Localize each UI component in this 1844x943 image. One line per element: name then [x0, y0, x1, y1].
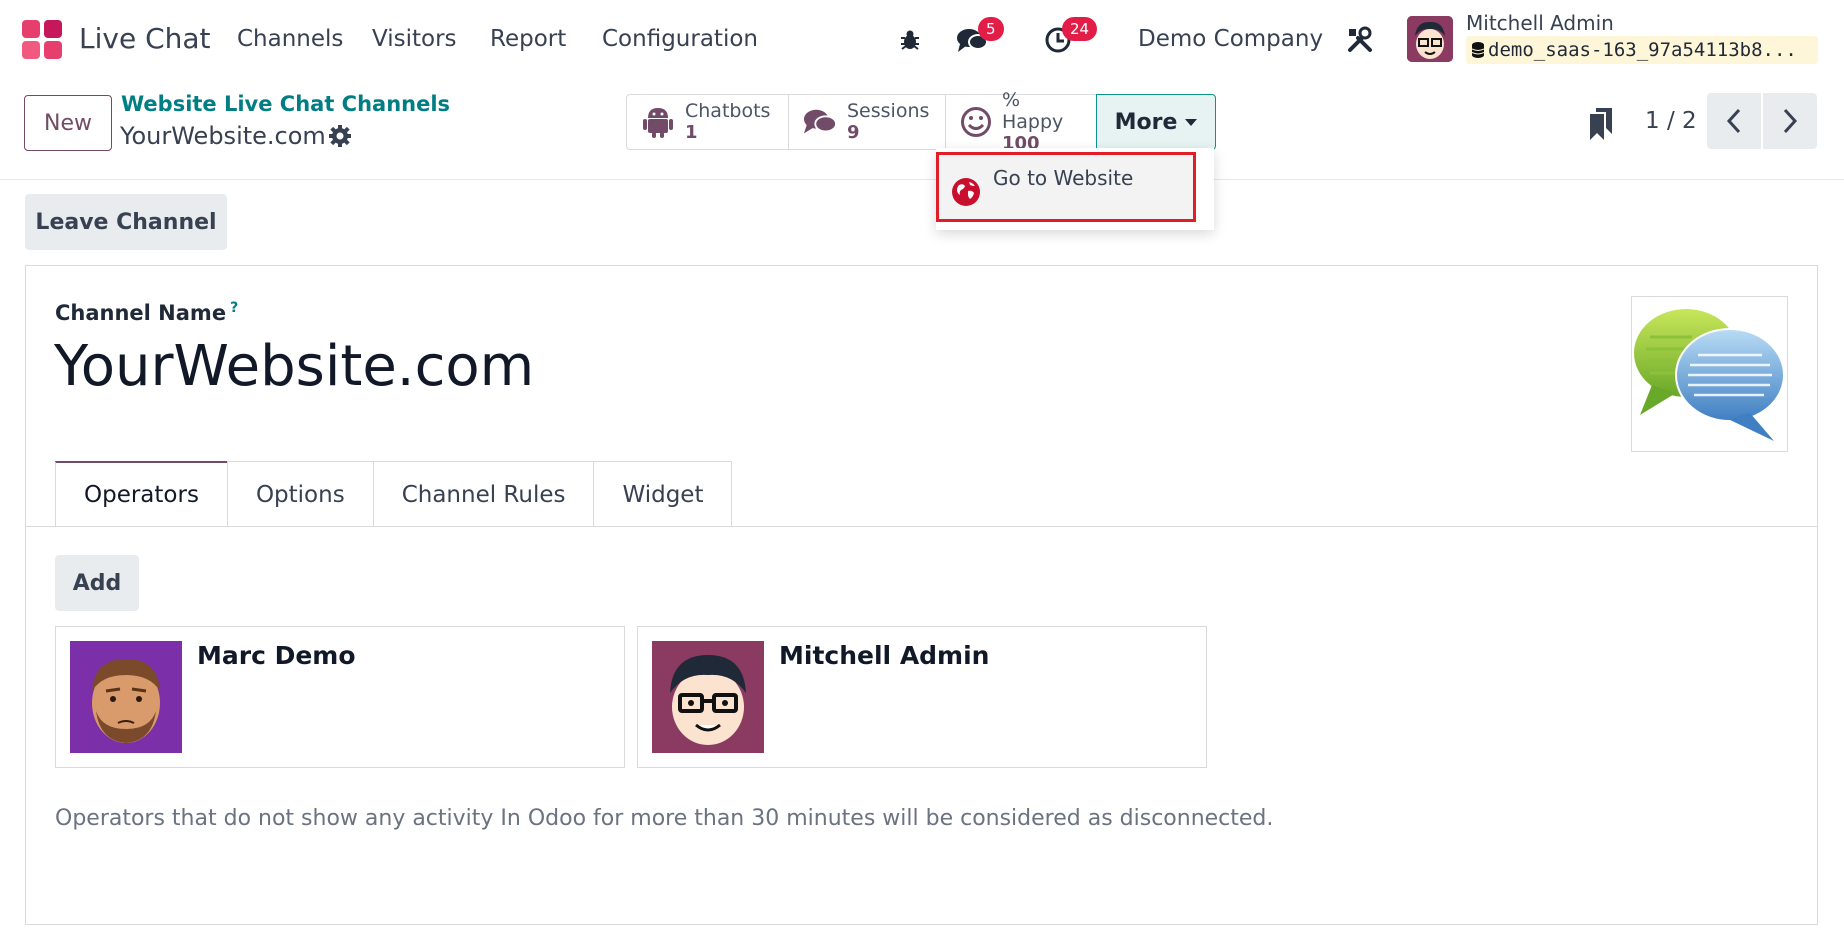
operator-name: Mitchell Admin — [779, 641, 990, 670]
new-button[interactable]: New — [24, 95, 112, 151]
chevron-left-icon — [1726, 108, 1741, 134]
tab-options[interactable]: Options — [226, 461, 374, 527]
database-label: demo_saas-163_97a54113b8... — [1488, 39, 1797, 61]
happy-stat-button[interactable]: % Happy 100 — [945, 89, 1096, 154]
happy-label: % Happy — [1002, 89, 1064, 133]
menu-configuration[interactable]: Configuration — [602, 26, 758, 52]
user-avatar[interactable] — [1407, 16, 1453, 62]
more-label: More — [1114, 109, 1178, 135]
operator-card-marc-demo[interactable]: Marc Demo — [55, 626, 625, 768]
breadcrumb-current: YourWebsite.com — [120, 122, 326, 150]
activities-count-badge: 24 — [1062, 17, 1098, 41]
bookmark-icon[interactable] — [1590, 108, 1612, 140]
pager-previous-button[interactable] — [1707, 93, 1761, 149]
add-operator-button[interactable]: Add — [55, 555, 139, 611]
go-to-website-label: Go to Website — [993, 166, 1134, 190]
messages-count-badge: 5 — [978, 17, 1004, 41]
chat-bubbles-icon — [1634, 309, 1785, 441]
live-chat-logo-icon[interactable] — [22, 20, 64, 60]
menu-visitors[interactable]: Visitors — [372, 26, 457, 52]
tab-channel-rules[interactable]: Channel Rules — [372, 461, 595, 527]
sessions-stat-button[interactable]: Sessions 9 — [788, 94, 945, 150]
chatbots-stat-button[interactable]: Chatbots 1 — [626, 94, 788, 150]
more-dropdown-button[interactable]: More — [1096, 94, 1216, 150]
go-to-website-menu-item[interactable]: Go to Website — [936, 152, 1196, 222]
breadcrumb-parent[interactable]: Website Live Chat Channels — [121, 92, 450, 116]
tools-icon[interactable] — [1342, 22, 1378, 58]
operator-card-mitchell-admin[interactable]: Mitchell Admin — [637, 626, 1207, 768]
database-name: demo_saas-163_97a54113b8... — [1466, 36, 1818, 64]
pager-next-button[interactable] — [1763, 93, 1817, 149]
caret-down-icon — [1185, 118, 1198, 126]
menu-channels[interactable]: Channels — [237, 26, 343, 52]
debug-bug-icon[interactable] — [892, 22, 928, 58]
tabs-divider — [26, 526, 1817, 527]
tab-operators[interactable]: Operators — [55, 461, 228, 527]
gear-icon[interactable] — [328, 124, 352, 148]
more-dropdown-menu: Go to Website — [936, 148, 1214, 230]
database-icon — [1471, 38, 1485, 58]
menu-report[interactable]: Report — [490, 26, 566, 52]
leave-channel-button[interactable]: Leave Channel — [25, 194, 227, 250]
help-tooltip-icon[interactable]: ? — [230, 300, 238, 316]
globe-icon — [952, 178, 980, 206]
smart-buttons: Chatbots 1 Sessions 9 % Happy 100 More — [626, 89, 1216, 154]
pager-value[interactable]: 1 / 2 — [1645, 108, 1697, 134]
comments-icon — [803, 105, 837, 139]
operators-help-text: Operators that do not show any activity … — [55, 806, 1274, 831]
control-panel: New Website Live Chat Channels YourWebsi… — [0, 80, 1844, 180]
top-navbar: Live Chat Channels Visitors Report Confi… — [0, 0, 1844, 80]
operator-name: Marc Demo — [197, 641, 356, 670]
channel-name-label-text: Channel Name — [55, 301, 227, 325]
operator-avatar — [652, 641, 764, 753]
app-name[interactable]: Live Chat — [79, 22, 211, 55]
user-name[interactable]: Mitchell Admin — [1466, 11, 1614, 35]
tab-widget[interactable]: Widget — [593, 461, 733, 527]
sessions-count: 9 — [847, 122, 860, 143]
company-switcher[interactable]: Demo Company — [1138, 26, 1323, 52]
channel-image[interactable] — [1631, 296, 1788, 452]
chatbots-label: Chatbots — [685, 100, 771, 122]
channel-name-field[interactable]: YourWebsite.com — [54, 334, 534, 399]
channel-name-label: Channel Name? — [55, 300, 238, 325]
form-tabs: Operators Options Channel Rules Widget — [55, 461, 733, 527]
smile-icon — [960, 105, 992, 139]
sessions-label: Sessions — [847, 100, 930, 122]
chatbots-count: 1 — [685, 122, 698, 143]
chevron-right-icon — [1783, 108, 1798, 134]
form-sheet: Channel Name? YourWebsite.com Operators … — [25, 265, 1818, 925]
operator-avatar — [70, 641, 182, 753]
android-icon — [641, 105, 675, 139]
